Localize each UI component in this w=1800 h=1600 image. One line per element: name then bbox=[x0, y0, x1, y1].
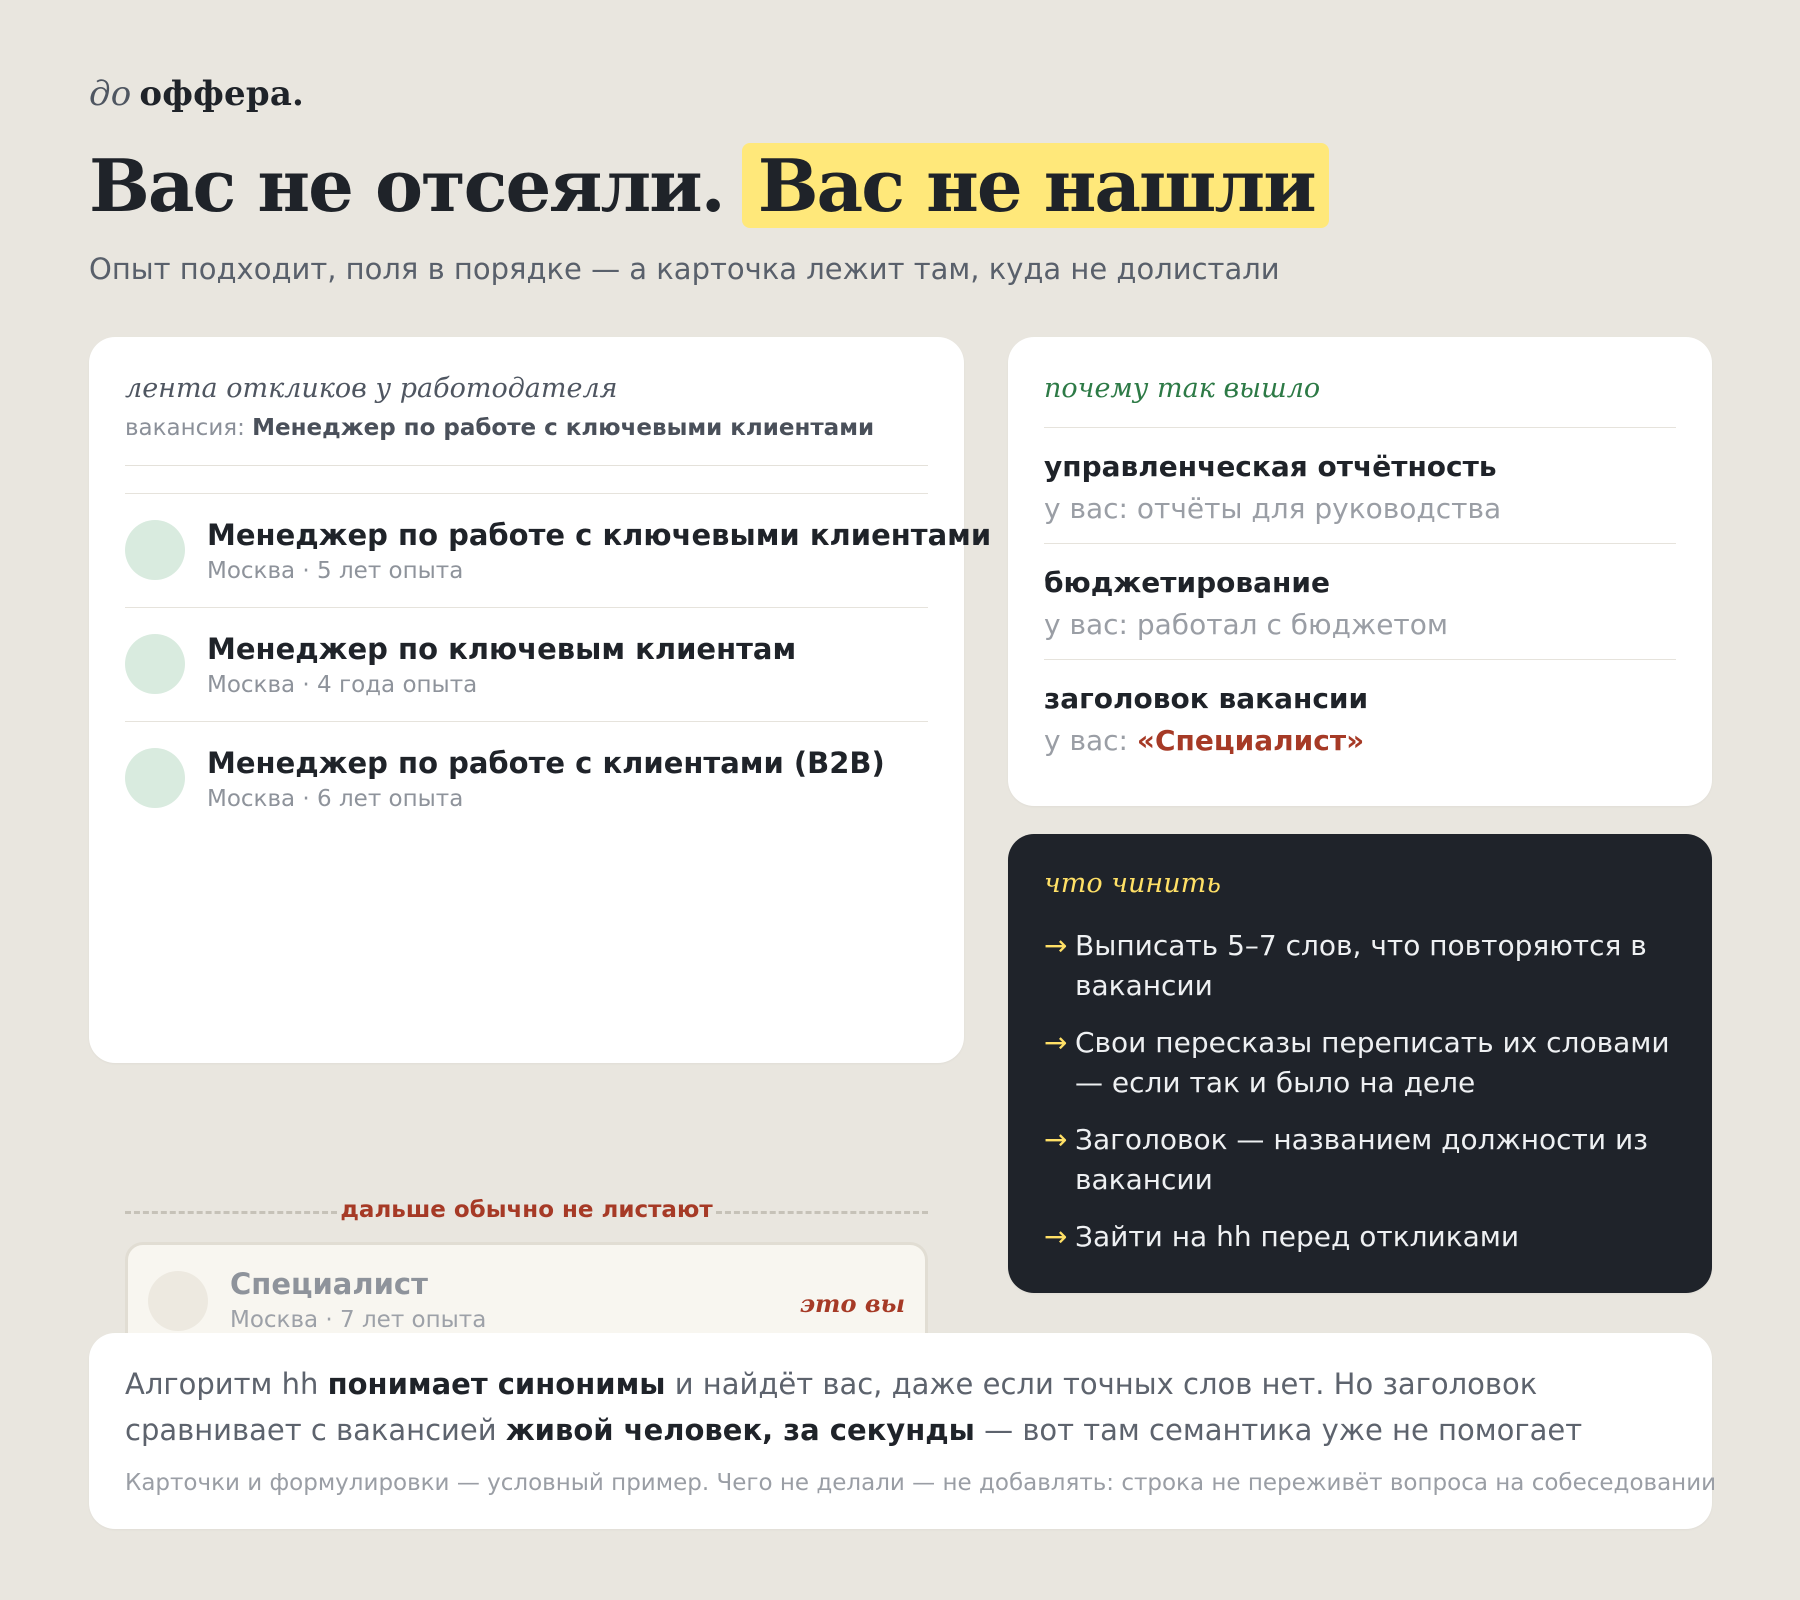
fix-step: → Заголовок — названием должности из вака… bbox=[1044, 1120, 1672, 1200]
candidate-list: Менеджер по работе с ключевыми клиентами… bbox=[125, 493, 991, 835]
reason-yours: у вас: «Специалист» bbox=[1044, 724, 1364, 757]
avatar bbox=[125, 634, 185, 694]
arrow-right-icon: → bbox=[1044, 1123, 1068, 1156]
arrow-right-icon: → bbox=[1044, 929, 1068, 962]
note-text-part: Алгоритм hh bbox=[125, 1367, 328, 1401]
candidate-row[interactable]: Менеджер по работе с ключевыми клиентами… bbox=[125, 493, 991, 607]
you-label: у вас: bbox=[1044, 724, 1128, 757]
you-label: у вас: bbox=[1044, 608, 1128, 641]
dashed-line-right bbox=[716, 1211, 928, 1214]
candidate-meta: Москва · 5 лет опыта bbox=[207, 558, 464, 584]
headline-part1: Вас не отсеяли. bbox=[89, 143, 726, 228]
scroll-cutoff: дальше обычно не листают bbox=[125, 1197, 928, 1231]
note-card: Алгоритм hh понимает синонимы и найдёт в… bbox=[89, 1333, 1716, 1529]
feed-card: лента откликов у работодателя вакансия: … bbox=[89, 337, 991, 1363]
candidate-title: Менеджер по ключевым клиентам bbox=[207, 632, 797, 666]
brand-name: оффера. bbox=[139, 74, 305, 114]
you-value: «Специалист» bbox=[1136, 724, 1365, 757]
fix-card: что чинить → Выписать 5–7 слов, что повто… bbox=[1008, 834, 1712, 1293]
fix-step: → Зайти на hh перед откликами bbox=[1044, 1217, 1672, 1257]
fix-step: → Свои пересказы переписать их словами — … bbox=[1044, 1023, 1672, 1103]
candidate-title: Менеджер по работе с клиентами (B2B) bbox=[207, 746, 885, 780]
reason-item: управленческая отчётность у вас: отчёты … bbox=[1044, 427, 1676, 543]
avatar bbox=[125, 748, 185, 808]
note-emphasis: живой человек, за секунды bbox=[505, 1413, 975, 1447]
fix-steps: → Выписать 5–7 слов, что повторяются в ва… bbox=[1044, 926, 1672, 1274]
fix-step: → Выписать 5–7 слов, что повторяются в ва… bbox=[1044, 926, 1672, 1006]
arrow-right-icon: → bbox=[1044, 1026, 1068, 1059]
candidate-title: Специалист bbox=[230, 1267, 428, 1301]
candidate-row[interactable]: Менеджер по работе с клиентами (B2B) Мос… bbox=[125, 721, 928, 835]
candidate-meta: Москва · 6 лет опыта bbox=[207, 786, 464, 812]
step-text: Зайти на hh перед откликами bbox=[1075, 1220, 1520, 1253]
reasons-list: управленческая отчётность у вас: отчёты … bbox=[1044, 427, 1676, 775]
note-text-part: — вот там семантика уже не помогает bbox=[974, 1413, 1583, 1447]
note-text: Алгоритм hh понимает синонимы и найдёт в… bbox=[125, 1361, 1676, 1453]
reason-yours: у вас: отчёты для руководства bbox=[1044, 492, 1501, 525]
reason-term: заголовок вакансии bbox=[1044, 682, 1369, 715]
step-text: Заголовок — названием должности из вакан… bbox=[1075, 1123, 1649, 1196]
feed-kicker: лента откликов у работодателя bbox=[125, 373, 618, 404]
vacancy-line: вакансия: Менеджер по работе с ключевыми… bbox=[125, 415, 874, 441]
note-emphasis: понимает синонимы bbox=[327, 1367, 666, 1401]
avatar bbox=[148, 1271, 208, 1331]
brand-prefix: до bbox=[89, 74, 132, 114]
step-text: Выписать 5–7 слов, что повторяются в вак… bbox=[1075, 929, 1647, 1002]
headline-highlight: Вас не нашли bbox=[741, 143, 1329, 228]
vacancy-label: вакансия: bbox=[125, 415, 245, 441]
avatar bbox=[125, 520, 185, 580]
reason-item: заголовок вакансии у вас: «Специалист» bbox=[1044, 659, 1676, 775]
why-card: почему так вышло управленческая отчётнос… bbox=[1008, 337, 1712, 806]
you-value: отчёты для руководства bbox=[1136, 492, 1502, 525]
you-value: работал с бюджетом bbox=[1136, 608, 1448, 641]
arrow-right-icon: → bbox=[1044, 1220, 1068, 1253]
reason-term: управленческая отчётность bbox=[1044, 450, 1497, 483]
step-text: Свои пересказы переписать их словами — е… bbox=[1075, 1026, 1670, 1099]
page-subtitle: Опыт подходит, поля в порядке — а карточ… bbox=[89, 252, 1280, 286]
disclaimer: Карточки и формулировки — условный приме… bbox=[125, 1470, 1717, 1496]
reason-term: бюджетирование bbox=[1044, 566, 1330, 599]
you-label: у вас: bbox=[1044, 492, 1128, 525]
reason-item: бюджетирование у вас: работал с бюджетом bbox=[1044, 543, 1676, 659]
brand-logo: до оффера. bbox=[89, 74, 304, 114]
candidate-row[interactable]: Менеджер по ключевым клиентам Москва · 4… bbox=[125, 607, 928, 721]
candidate-title: Менеджер по работе с ключевыми клиентами bbox=[207, 518, 992, 552]
this-is-you-tag: это вы bbox=[799, 1289, 905, 1318]
why-kicker: почему так вышло bbox=[1044, 373, 1321, 404]
cutoff-label: дальше обычно не листают bbox=[340, 1197, 713, 1223]
candidate-meta: Москва · 4 года опыта bbox=[207, 672, 478, 698]
fix-kicker: что чинить bbox=[1044, 868, 1221, 899]
candidate-meta: Москва · 7 лет опыта bbox=[230, 1307, 487, 1333]
vacancy-title: Менеджер по работе с ключевыми клиентами bbox=[252, 415, 875, 441]
page-title: Вас не отсеяли. Вас не нашли bbox=[89, 142, 1329, 230]
reason-yours: у вас: работал с бюджетом bbox=[1044, 608, 1448, 641]
divider bbox=[125, 465, 928, 466]
